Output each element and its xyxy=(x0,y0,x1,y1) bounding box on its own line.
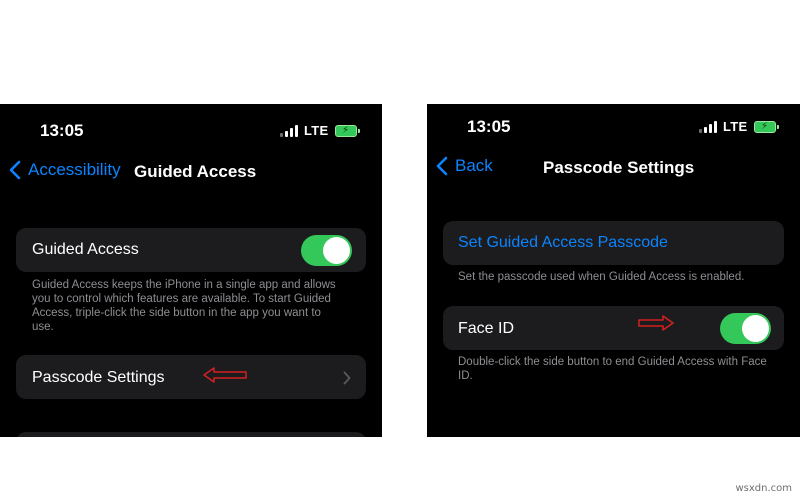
face-id-footer: Double-click the side button to end Guid… xyxy=(458,356,767,382)
annotation-arrow-right-icon xyxy=(638,315,674,331)
status-indicators: LTE ⚡ xyxy=(280,123,360,138)
cellular-signal-icon xyxy=(699,120,717,133)
right-phone-screenshot: 13:05 LTE ⚡ Back Passcode Settings Set G… xyxy=(427,104,800,437)
network-type: LTE xyxy=(723,119,748,134)
watermark: wsxdn.com xyxy=(735,483,792,494)
left-phone-screenshot: 13:05 LTE ⚡ Accessibility Guided Access … xyxy=(0,104,382,437)
guided-access-row: Guided Access xyxy=(16,228,366,272)
annotation-arrow-left-icon xyxy=(203,367,247,383)
status-indicators: LTE ⚡ xyxy=(699,119,779,134)
page-title: Guided Access xyxy=(134,162,257,181)
page-title: Passcode Settings xyxy=(543,158,695,177)
cellular-signal-icon xyxy=(280,124,298,137)
set-passcode-footer: Set the passcode used when Guided Access… xyxy=(458,271,745,283)
passcode-settings-row[interactable]: Passcode Settings xyxy=(16,355,366,399)
back-button[interactable]: Back xyxy=(435,156,493,176)
chevron-left-icon xyxy=(436,156,448,176)
chevron-left-icon xyxy=(9,160,21,180)
navigation-bar: Back xyxy=(435,156,493,176)
set-passcode-label: Set Guided Access Passcode xyxy=(458,234,668,251)
status-time: 13:05 xyxy=(467,117,511,136)
face-id-row: Face ID xyxy=(443,306,784,350)
status-time: 13:05 xyxy=(40,121,84,140)
next-settings-row xyxy=(16,432,366,437)
toggle-knob xyxy=(323,237,350,264)
back-button[interactable]: Accessibility xyxy=(8,160,121,180)
face-id-toggle[interactable] xyxy=(720,313,771,344)
navigation-bar: Accessibility xyxy=(8,160,121,180)
toggle-knob xyxy=(742,315,769,342)
passcode-settings-label: Passcode Settings xyxy=(32,369,165,386)
network-type: LTE xyxy=(304,123,329,138)
chevron-right-icon xyxy=(343,371,351,385)
back-label: Back xyxy=(455,156,493,175)
battery-charging-icon: ⚡ xyxy=(334,124,360,137)
set-passcode-row[interactable]: Set Guided Access Passcode xyxy=(443,221,784,265)
guided-access-label: Guided Access xyxy=(32,241,139,258)
face-id-label: Face ID xyxy=(458,320,515,337)
guided-access-toggle[interactable] xyxy=(301,235,352,266)
guided-access-footer: Guided Access keeps the iPhone in a sing… xyxy=(32,279,336,333)
battery-charging-icon: ⚡ xyxy=(753,120,779,133)
back-label: Accessibility xyxy=(28,160,121,179)
